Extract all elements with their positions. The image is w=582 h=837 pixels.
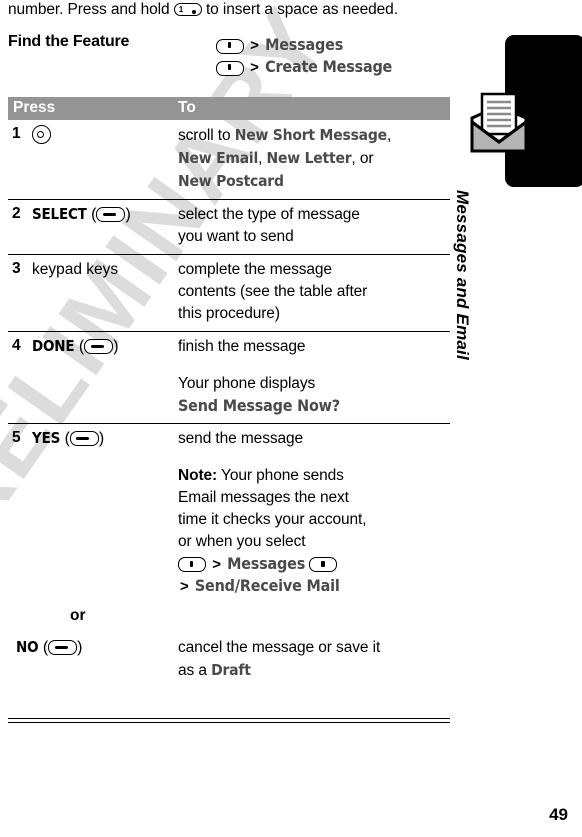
step-press-cell: SELECT () bbox=[32, 205, 131, 223]
note-line: or when you select bbox=[178, 533, 306, 550]
envelope-icon bbox=[470, 92, 528, 154]
step-press-cell bbox=[32, 124, 172, 145]
menu-path-line-1: > Messages bbox=[216, 34, 392, 56]
note-label: Note: bbox=[178, 467, 218, 484]
intro-text-before: number. Press and hold bbox=[8, 1, 170, 18]
step-press-cell: DONE () bbox=[32, 337, 119, 355]
path-target: Create Message bbox=[265, 57, 393, 76]
note-path-line-1: > Messages bbox=[178, 553, 444, 575]
step-number: 5 bbox=[12, 429, 21, 446]
to-line: scroll to New Short Message, bbox=[178, 126, 392, 144]
table-row: NO () cancel the message or save it as a… bbox=[8, 633, 450, 688]
to-line: New Email, New Letter, or bbox=[178, 149, 374, 167]
step-number: 1 bbox=[12, 125, 21, 142]
table-row: 1 scroll to New Short Message, New Email… bbox=[8, 120, 450, 200]
softkey-label: DONE bbox=[32, 337, 75, 355]
column-header-press: Press bbox=[13, 99, 56, 116]
menu-key-icon bbox=[309, 557, 338, 573]
step-to-cell: select the type of message you want to s… bbox=[178, 204, 444, 248]
or-label: or bbox=[70, 607, 86, 624]
table-row: 2 SELECT () select the type of message y… bbox=[8, 200, 450, 255]
path-separator: > bbox=[250, 37, 259, 54]
menu-key-icon bbox=[216, 60, 244, 76]
intro-paragraph: number. Press and hold 1 to insert a spa… bbox=[8, 0, 478, 20]
step-number: 3 bbox=[12, 260, 21, 277]
find-the-feature-paths: > Messages > Create Message bbox=[216, 34, 392, 78]
note-line: Note: Your phone sends bbox=[178, 467, 344, 484]
to-line: select the type of message bbox=[178, 206, 360, 223]
softkey-label: YES bbox=[32, 429, 61, 447]
note-line: time it checks your account, bbox=[178, 511, 367, 528]
intro-text-after: to insert a space as needed. bbox=[205, 1, 398, 18]
step-number: 2 bbox=[12, 205, 21, 222]
path-target: Messages bbox=[265, 35, 344, 54]
menu-key-icon bbox=[216, 38, 244, 54]
to-line: New Postcard bbox=[178, 172, 284, 190]
column-header-to: To bbox=[178, 99, 196, 116]
to-line: cancel the message or save it bbox=[178, 639, 381, 656]
step-to-cell: send the message Note: Your phone sends … bbox=[178, 428, 444, 597]
to-line: complete the message bbox=[178, 261, 332, 278]
step-number: 4 bbox=[12, 337, 21, 354]
step-to-cell: complete the message contents (see the t… bbox=[178, 259, 444, 325]
step-press-cell: YES () bbox=[32, 429, 105, 447]
to-line: as a Draft bbox=[178, 661, 251, 679]
softkey-icon bbox=[69, 431, 99, 447]
step-press-cell: NO () bbox=[16, 638, 83, 656]
note-path-line-2: > Send/Receive Mail bbox=[180, 576, 340, 595]
or-row: or bbox=[8, 607, 450, 633]
step-to-cell: scroll to New Short Message, New Email, … bbox=[178, 124, 444, 193]
table-row: 3 keypad keys complete the message conte… bbox=[8, 255, 450, 332]
menu-path-line-2: > Create Message bbox=[216, 56, 392, 78]
to-line: finish the message bbox=[178, 338, 306, 355]
nav-key-icon bbox=[32, 125, 51, 145]
procedure-table: Press To 1 scroll to New Short Message, … bbox=[8, 97, 450, 688]
to-line: this procedure) bbox=[178, 305, 280, 322]
softkey-icon bbox=[48, 640, 78, 656]
path-separator: > bbox=[250, 59, 259, 76]
softkey-label: NO bbox=[16, 638, 39, 656]
softkey-icon bbox=[84, 339, 114, 355]
to-line: Your phone displays bbox=[178, 375, 316, 392]
to-line: send the message bbox=[178, 430, 304, 447]
to-line-display: Send Message Now? bbox=[178, 396, 340, 415]
page-number: 49 bbox=[549, 805, 568, 824]
press-label: keypad keys bbox=[32, 261, 119, 278]
table-row: 4 DONE () finish the message Your phone … bbox=[8, 332, 450, 424]
softkey-icon bbox=[96, 207, 126, 223]
to-line: contents (see the table after bbox=[178, 283, 368, 300]
one-key-icon: 1 bbox=[173, 3, 202, 17]
chapter-title-vertical: Messages and Email bbox=[453, 190, 472, 360]
menu-key-icon bbox=[178, 557, 206, 573]
table-row: 5 YES () send the message Note: Your pho… bbox=[8, 424, 450, 597]
find-the-feature-label: Find the Feature bbox=[8, 33, 130, 50]
note-line: Email messages the next bbox=[178, 489, 349, 506]
to-line: you want to send bbox=[178, 228, 294, 245]
table-closing-rule bbox=[8, 718, 450, 723]
table-header-row: Press To bbox=[8, 97, 450, 120]
step-to-cell: finish the message Your phone displays S… bbox=[178, 336, 444, 417]
step-to-cell: cancel the message or save it as a Draft bbox=[178, 637, 444, 682]
softkey-label: SELECT bbox=[32, 205, 87, 223]
step-press-cell: keypad keys bbox=[32, 259, 172, 280]
